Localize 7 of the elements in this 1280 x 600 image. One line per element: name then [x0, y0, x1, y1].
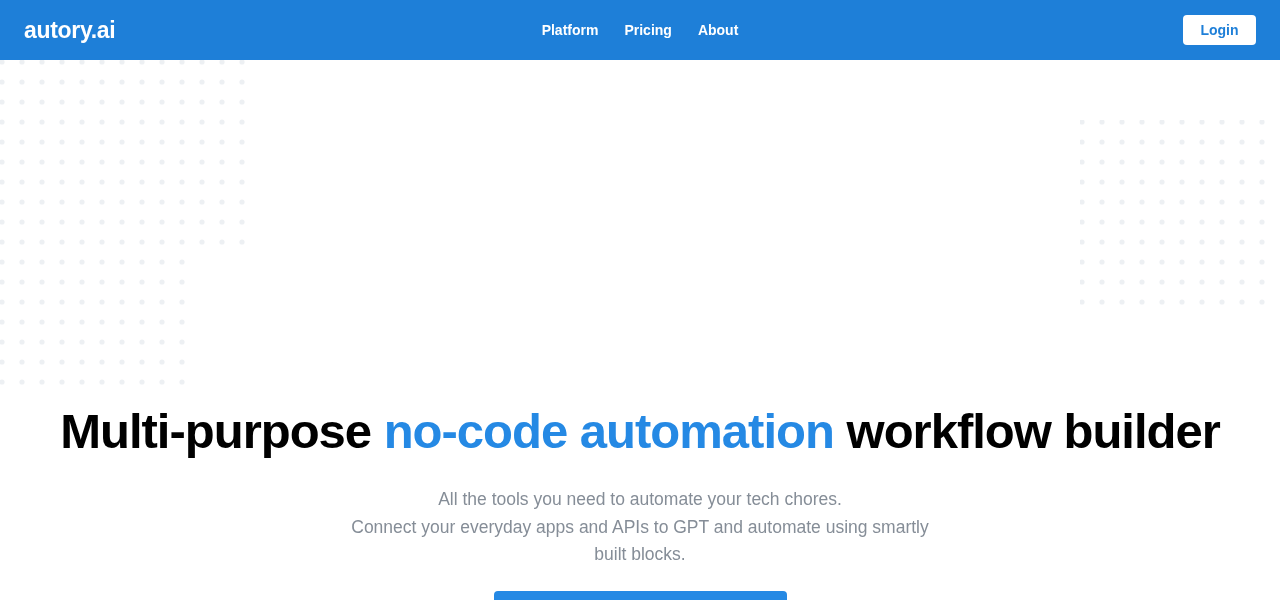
nav-link[interactable]: About [697, 22, 739, 38]
logo[interactable]: autory.ai [24, 16, 116, 44]
hero-title: Multi-purpose no-code automation workflow builder [60, 403, 1220, 459]
nav-link[interactable]: Pricing [624, 22, 672, 38]
login-button[interactable]: Login [1183, 15, 1256, 45]
nav-link[interactable]: Platform [541, 22, 599, 38]
hero-subtitle: All the tools you need to automate your tech chores. Connect your everyday apps and APIs to GPT and automate using smartly built blocks. [350, 488, 930, 566]
